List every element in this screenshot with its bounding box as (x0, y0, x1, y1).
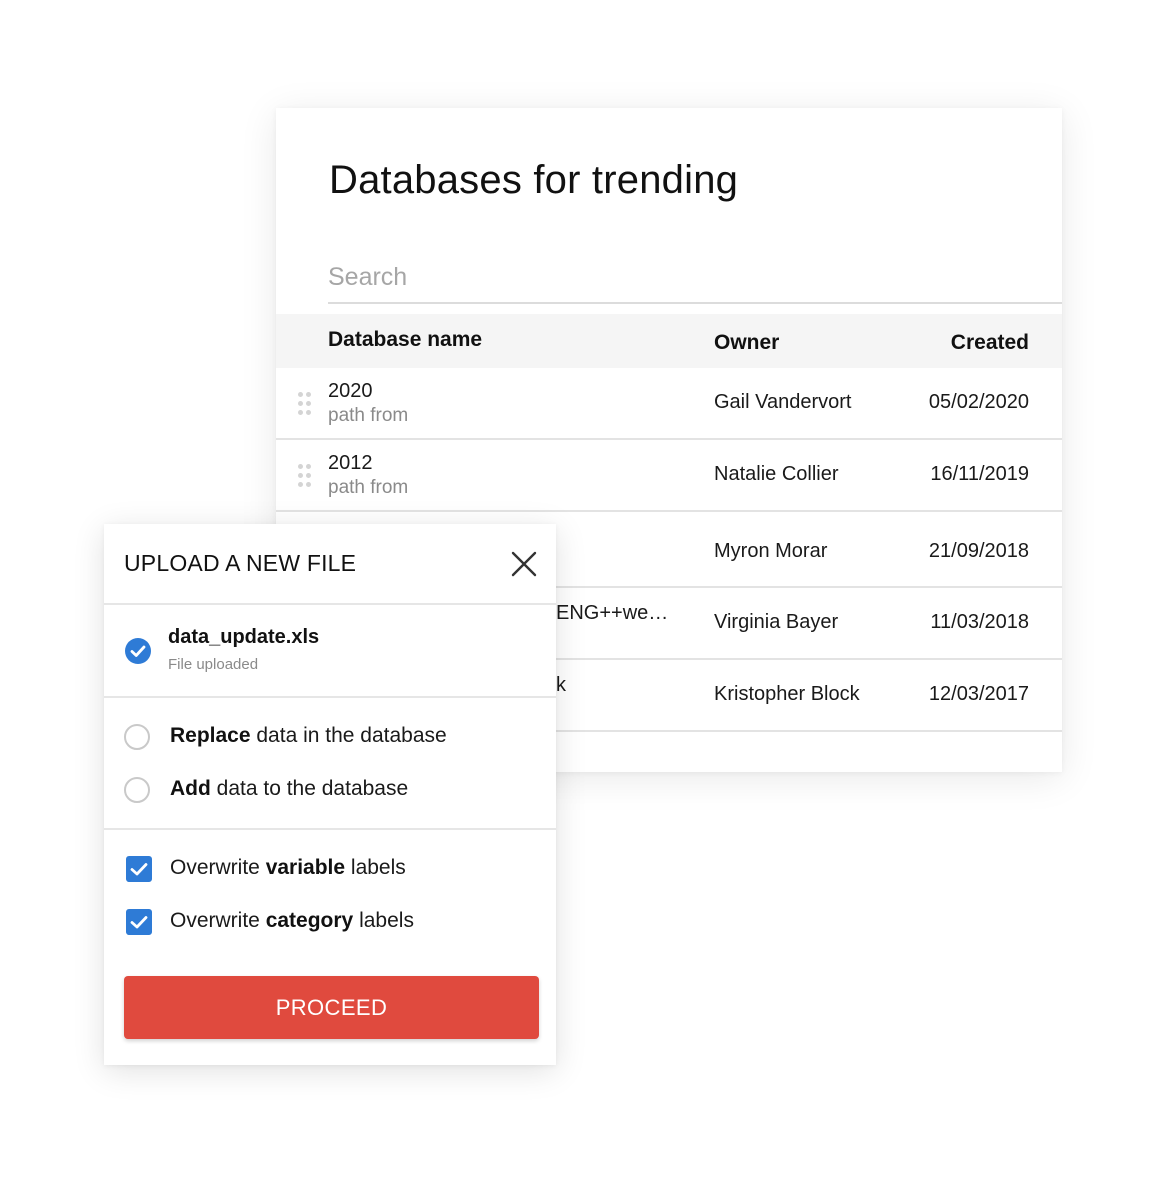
database-path: path from (328, 477, 409, 498)
column-header-created[interactable]: Created (951, 331, 1029, 355)
database-name: k (556, 674, 566, 696)
database-created-date: 12/03/2017 (928, 683, 1029, 705)
column-header-database-name[interactable]: Database name (328, 328, 482, 352)
checkbox-checked-icon[interactable] (126, 856, 152, 882)
overwrite-category-labels-option[interactable]: Overwrite category labels (124, 909, 524, 939)
close-icon[interactable] (510, 550, 538, 578)
uploaded-file-name: data_update.xls (168, 626, 320, 648)
database-created-date: 21/09/2018 (928, 540, 1029, 562)
database-owner: Myron Morar (714, 540, 828, 562)
radio-button[interactable] (124, 724, 150, 750)
database-path: path from (328, 405, 409, 426)
divider (104, 603, 556, 605)
upload-status: File uploaded (168, 656, 259, 673)
divider (104, 696, 556, 698)
search-field (328, 254, 1062, 304)
database-name: 2020 (328, 380, 373, 402)
overwrite-category-labels-label: Overwrite category labels (170, 909, 414, 932)
page-title: Databases for trending (329, 158, 739, 202)
database-owner: Kristopher Block (714, 683, 860, 705)
table-row[interactable]: 2020 path from Gail Vandervort 05/02/202… (276, 368, 1062, 440)
overwrite-variable-labels-label: Overwrite variable labels (170, 856, 406, 879)
add-data-label: Add data to the database (170, 777, 409, 800)
replace-data-option[interactable]: Replace data in the database (124, 724, 524, 754)
drag-handle-icon[interactable] (298, 392, 312, 416)
table-row[interactable]: 2012 path from Natalie Collier 16/11/201… (276, 440, 1062, 512)
column-header-owner[interactable]: Owner (714, 331, 779, 355)
replace-data-label: Replace data in the database (170, 724, 447, 747)
proceed-button[interactable]: PROCEED (124, 976, 539, 1039)
database-owner: Natalie Collier (714, 463, 839, 485)
database-created-date: 05/02/2020 (928, 391, 1029, 413)
database-owner: Gail Vandervort (714, 391, 852, 413)
checkbox-checked-icon[interactable] (126, 909, 152, 935)
database-created-date: 11/03/2018 (930, 611, 1029, 633)
database-name: ENG++we… (556, 602, 669, 624)
database-owner: Virginia Bayer (714, 611, 839, 633)
table-header: Database name Owner Created (276, 314, 1062, 368)
search-input[interactable] (328, 254, 1062, 300)
overwrite-variable-labels-option[interactable]: Overwrite variable labels (124, 856, 524, 886)
database-name: 2012 (328, 452, 373, 474)
check-circle-icon (124, 637, 152, 665)
database-created-date: 16/11/2019 (930, 463, 1029, 485)
drag-handle-icon[interactable] (298, 464, 312, 488)
dialog-title: UPLOAD A NEW FILE (124, 550, 357, 576)
add-data-option[interactable]: Add data to the database (124, 777, 524, 807)
radio-button[interactable] (124, 777, 150, 803)
upload-file-dialog: UPLOAD A NEW FILE data_update.xls File u… (104, 524, 556, 1065)
divider (104, 828, 556, 830)
